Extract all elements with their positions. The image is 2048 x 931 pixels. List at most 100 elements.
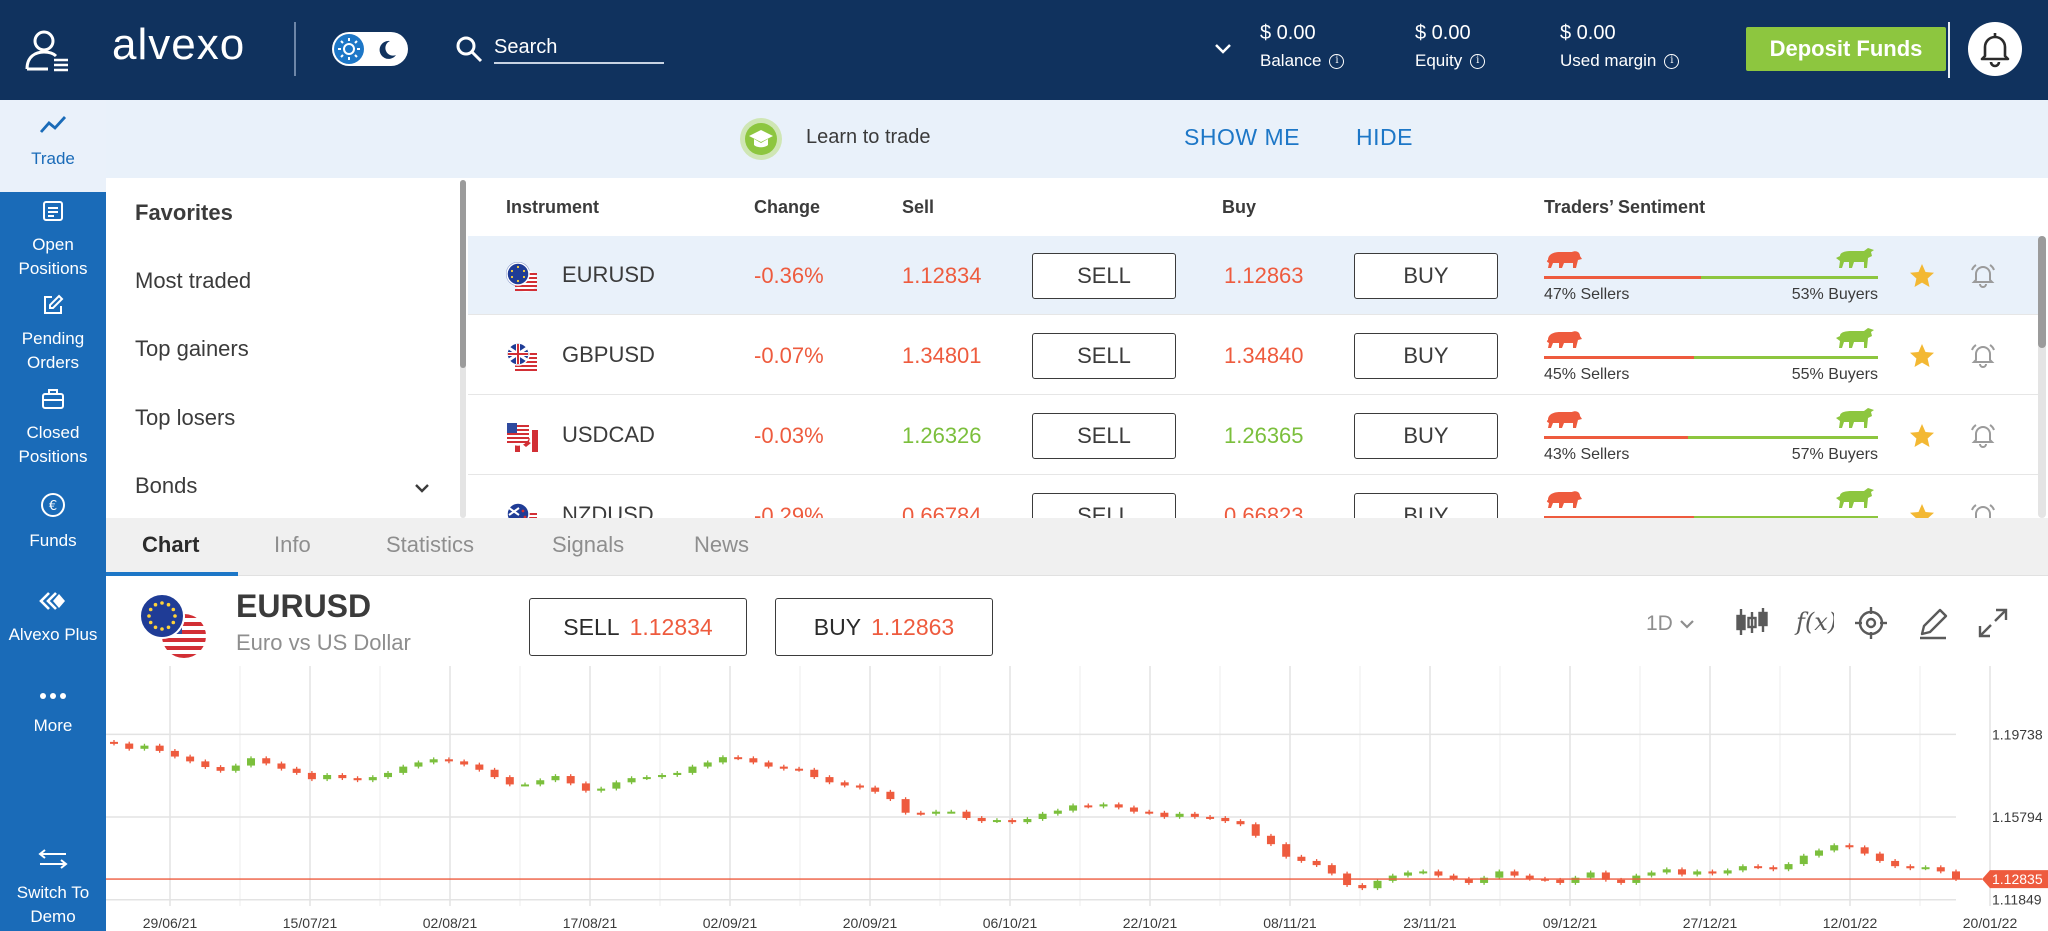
category-most-traded[interactable]: Most traded (135, 268, 251, 294)
show-me-link[interactable]: SHOW ME (1184, 124, 1300, 151)
price-alert-icon[interactable] (1968, 500, 1998, 518)
hide-link[interactable]: HIDE (1356, 124, 1413, 151)
swap-arrows-icon (0, 848, 106, 877)
fullscreen-expand-icon[interactable] (1976, 606, 2010, 645)
candle-body (1860, 847, 1869, 854)
instrument-buy-price: 1.26365 (1224, 423, 1304, 448)
buyers-bar (1701, 276, 1878, 279)
favorite-star-icon[interactable] (1908, 342, 1936, 375)
diamond-chevrons-icon (0, 590, 106, 619)
buyers-bar (1688, 436, 1878, 439)
candle-body (1921, 867, 1930, 870)
categories-scrollbar-thumb[interactable] (460, 180, 466, 368)
nav-closed-positions[interactable]: Closed Positions (0, 388, 106, 469)
instrument-row[interactable]: NZDUSD -0.29% 0.66784 SELL 0.66823 BUY (468, 476, 2040, 518)
crosshair-icon[interactable] (1854, 606, 1888, 645)
instrument-buy-price: 0.66823 (1224, 503, 1304, 518)
chart-instrument-name: Euro vs US Dollar (236, 630, 411, 655)
instrument-row[interactable]: GBPUSD -0.07% 1.34801 SELL 1.34840 BUY 45% Sel… (468, 316, 2040, 395)
sell-button[interactable]: SELL (1032, 493, 1176, 518)
sellers-percent: 45% Sellers (1544, 366, 1630, 383)
nav-funds[interactable]: € Funds (0, 492, 106, 553)
candle-body (1525, 875, 1534, 879)
info-icon[interactable]: i (1664, 53, 1680, 69)
x-tick-label: 20/01/22 (1963, 915, 2018, 931)
nav-alvexo-plus[interactable]: Alvexo Plus (0, 590, 106, 647)
category-top-losers[interactable]: Top losers (135, 405, 235, 431)
info-icon[interactable]: i (1470, 53, 1486, 69)
candle-body (475, 764, 484, 770)
timeframe-select[interactable]: 1D (1646, 612, 1695, 636)
tab-statistics[interactable]: Statistics (386, 532, 474, 558)
sell-button[interactable]: SELL (1032, 413, 1176, 459)
favorite-star-icon[interactable] (1908, 422, 1936, 455)
buy-button[interactable]: BUY (1354, 333, 1498, 379)
instrument-row[interactable]: EURUSD -0.36% 1.12834 SELL 1.12863 BUY 47% Sel… (468, 236, 2040, 315)
theme-toggle[interactable] (332, 32, 408, 66)
nav-pending-orders-label: Pending Orders (21, 329, 85, 372)
x-tick-label: 27/12/21 (1683, 915, 1738, 931)
favorite-star-icon[interactable] (1908, 262, 1936, 295)
chevron-down-icon[interactable] (412, 478, 432, 503)
alvexo-logo[interactable]: alvexo (112, 20, 245, 70)
instrument-change: -0.03% (754, 423, 824, 448)
svg-text:f(x): f(x) (1794, 608, 1834, 636)
search-input[interactable] (494, 32, 664, 64)
candlestick-chart-svg[interactable]: 29/06/21 15/07/21 02/08/21 17/08/21 02/09/21… (99, 666, 2048, 931)
nav-open-positions[interactable]: Open Positions (0, 200, 106, 281)
search-icon[interactable] (454, 34, 484, 69)
sell-button[interactable]: SELL (1032, 333, 1176, 379)
instruments-scrollbar-thumb[interactable] (2038, 236, 2046, 348)
draw-pencil-icon[interactable] (1916, 606, 1950, 645)
category-favorites[interactable]: Favorites (135, 200, 233, 226)
nav-trade[interactable]: Trade (0, 100, 106, 192)
notifications-bell-icon[interactable] (1968, 22, 2022, 76)
candle-body (1403, 872, 1412, 876)
chart-buy-label: BUY (813, 613, 862, 640)
x-tick-label: 15/07/21 (283, 915, 338, 931)
nav-switch-to-demo[interactable]: Switch To Demo (0, 848, 106, 929)
nav-more-label: More (33, 716, 73, 735)
buy-button[interactable]: BUY (1354, 493, 1498, 518)
tab-signals[interactable]: Signals (552, 532, 624, 558)
candle-body (1830, 845, 1839, 851)
bear-icon (1544, 326, 1584, 357)
buy-button[interactable]: BUY (1354, 413, 1498, 459)
candle-body (1236, 821, 1245, 825)
category-top-gainers[interactable]: Top gainers (135, 336, 249, 362)
chart-buy-button[interactable]: BUY 1.12863 (775, 598, 993, 656)
price-chart[interactable]: 29/06/21 15/07/21 02/08/21 17/08/21 02/09/21… (99, 666, 2048, 931)
nav-switch-to-demo-label: Switch To Demo (16, 883, 90, 926)
nav-more[interactable]: More (0, 686, 106, 738)
candle-body (216, 767, 225, 771)
category-bonds[interactable]: Bonds (135, 473, 197, 499)
candle-type-icon[interactable] (1734, 606, 1770, 643)
candle-body (962, 811, 971, 818)
buy-button[interactable]: BUY (1354, 253, 1498, 299)
instrument-buy-price: 1.12863 (1224, 263, 1304, 288)
tab-news[interactable]: News (694, 532, 749, 558)
price-alert-icon[interactable] (1968, 260, 1998, 295)
sellers-bar (1544, 276, 1701, 279)
account-chevron-down-icon[interactable] (1212, 38, 1234, 65)
candle-body (642, 777, 651, 780)
candle-body (201, 761, 210, 768)
candle-body (673, 772, 682, 775)
deposit-funds-button[interactable]: Deposit Funds (1746, 27, 1946, 71)
tab-info[interactable]: Info (274, 532, 311, 558)
indicators-fx-icon[interactable]: f(x) (1794, 606, 1837, 643)
price-alert-icon[interactable] (1968, 340, 1998, 375)
favorite-star-icon[interactable] (1908, 502, 1936, 518)
candle-body (1708, 871, 1717, 874)
instrument-symbol: NZDUSD (562, 502, 654, 518)
instrument-row[interactable]: USDCAD -0.03% 1.26326 SELL 1.26365 BUY 43% Sel… (468, 396, 2040, 475)
info-icon[interactable]: i (1329, 53, 1345, 69)
user-menu-icon[interactable] (24, 28, 70, 72)
nav-pending-orders[interactable]: Pending Orders (0, 294, 106, 375)
sell-button[interactable]: SELL (1032, 253, 1176, 299)
price-alert-icon[interactable] (1968, 420, 1998, 455)
chart-sell-button[interactable]: SELL 1.12834 (529, 598, 747, 656)
x-tick-label: 02/08/21 (423, 915, 478, 931)
x-tick-label: 22/10/21 (1123, 915, 1178, 931)
tab-chart[interactable]: Chart (142, 532, 199, 558)
